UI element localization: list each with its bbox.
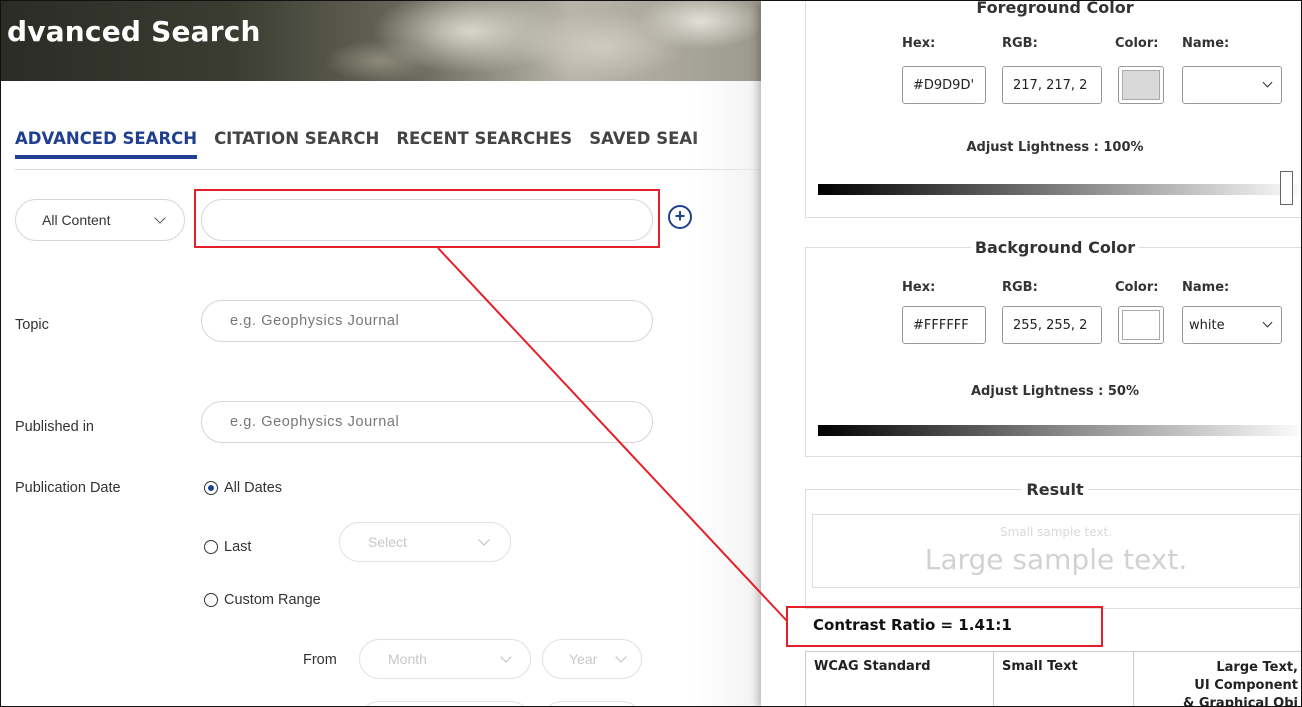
fg-rgb-input[interactable]: 217, 217, 2 [1002,66,1102,104]
fg-swatch-fill [1122,70,1160,100]
chevron-down-icon [500,651,512,663]
content-type-value: All Content [42,212,111,228]
background-title: Background Color [970,238,1140,257]
bg-name-label: Name: [1182,280,1230,295]
search-tabs: ADVANCED SEARCH CITATION SEARCH RECENT SEA… [15,129,760,170]
fg-hex-input[interactable]: #D9D9D' [902,66,986,104]
bg-color-label: Color: [1115,280,1159,295]
result-section: Result Small sample text. Large sample t… [805,480,1301,609]
published-in-input[interactable]: e.g. Geophysics Journal [201,401,653,443]
wcag-large-line2: UI Component [1194,678,1298,693]
bg-rgb-label: RGB: [1002,280,1038,295]
background-color-section: Background Color Hex: RGB: Color: Name: … [805,238,1301,457]
hero-banner: dvanced Search [1,1,761,81]
chevron-down-icon [478,534,490,546]
radio-checked-icon [204,481,218,495]
bg-lightness-slider[interactable] [818,425,1301,436]
small-sample-text: Small sample text. [999,525,1113,539]
add-field-icon[interactable]: + [668,205,692,229]
tab-citation-search[interactable]: CITATION SEARCH [214,129,379,158]
result-title: Result [1022,480,1088,499]
publication-date-label: Publication Date [15,480,121,496]
chevron-down-icon [154,212,166,224]
from-month-select[interactable]: Month [359,639,531,679]
chevron-down-icon [1262,317,1273,328]
wcag-col-standard: WCAG Standard [806,652,994,706]
all-dates-label: All Dates [224,480,283,496]
fg-slider-thumb[interactable] [1280,171,1293,205]
from-year-select[interactable]: Year [542,639,642,679]
page-fade-overlay [691,81,766,706]
to-month-select[interactable] [359,701,531,706]
bg-hex-label: Hex: [902,280,936,295]
bg-name-select[interactable]: white [1182,306,1282,344]
topic-label: Topic [15,317,49,333]
screenshot-frame: dvanced Search ADVANCED SEARCH CITATION S… [0,0,1302,707]
from-month-value: Month [388,651,427,667]
wcag-col-small-text: Small Text [994,652,1134,706]
fg-color-swatch[interactable] [1118,66,1164,104]
page-title: dvanced Search [7,15,261,48]
sample-preview: Small sample text. Large sample text. [812,514,1300,588]
bg-rgb-input[interactable]: 255, 255, 2 [1002,306,1102,344]
bg-name-value: white [1189,318,1225,333]
tab-saved-searches[interactable]: SAVED SEAI [589,129,698,158]
to-year-select[interactable] [542,701,642,706]
from-year-value: Year [569,651,598,667]
foreground-title: Foreground Color [972,1,1138,17]
contrast-checker-panel: Foreground Color Hex: RGB: Color: Name: … [761,1,1301,707]
custom-range-label: Custom Range [224,592,321,608]
last-label: Last [224,539,252,555]
fg-lightness-label: Adjust Lightness : 100% [966,140,1144,155]
content-type-select[interactable]: All Content [15,199,185,241]
chevron-down-icon [615,651,627,663]
topic-placeholder: e.g. Geophysics Journal [230,313,400,329]
large-sample-text: Large sample text. [924,543,1188,576]
radio-unchecked-icon [204,593,218,607]
last-period-value: Select [368,534,407,550]
wcag-table: WCAG Standard Small Text Large Text, UI … [805,651,1301,707]
tab-recent-searches[interactable]: RECENT SEARCHES [396,129,572,158]
fg-name-select[interactable] [1182,66,1282,104]
radio-unchecked-icon [204,540,218,554]
foreground-color-section: Foreground Color Hex: RGB: Color: Name: … [805,1,1301,218]
bg-hex-input[interactable]: #FFFFFF [902,306,986,344]
radio-last[interactable]: Last [204,539,251,555]
bg-color-swatch[interactable] [1118,306,1164,344]
fg-hex-label: Hex: [902,36,936,51]
chevron-down-icon [1262,77,1273,88]
highlight-box-search-input [194,189,660,248]
tab-advanced-search[interactable]: ADVANCED SEARCH [15,129,198,159]
last-period-select[interactable]: Select [339,522,511,562]
published-in-placeholder: e.g. Geophysics Journal [230,414,400,430]
from-label: From [303,652,337,668]
wcag-col-large-text: Large Text, UI Component & Graphical Obj [1134,652,1301,707]
fg-color-label: Color: [1115,36,1159,51]
radio-all-dates[interactable]: All Dates [204,480,282,496]
radio-custom-range[interactable]: Custom Range [204,592,321,608]
highlight-box-contrast-ratio [786,606,1103,647]
wcag-large-line3: & Graphical Obj [1182,696,1298,707]
fg-rgb-label: RGB: [1002,36,1038,51]
fg-name-label: Name: [1182,36,1230,51]
wcag-large-line1: Large Text, [1216,660,1298,675]
bg-swatch-fill [1122,310,1160,340]
bg-lightness-label: Adjust Lightness : 50% [971,384,1139,399]
published-in-label: Published in [15,419,94,435]
fg-lightness-slider[interactable] [818,184,1301,195]
topic-input[interactable]: e.g. Geophysics Journal [201,300,653,342]
